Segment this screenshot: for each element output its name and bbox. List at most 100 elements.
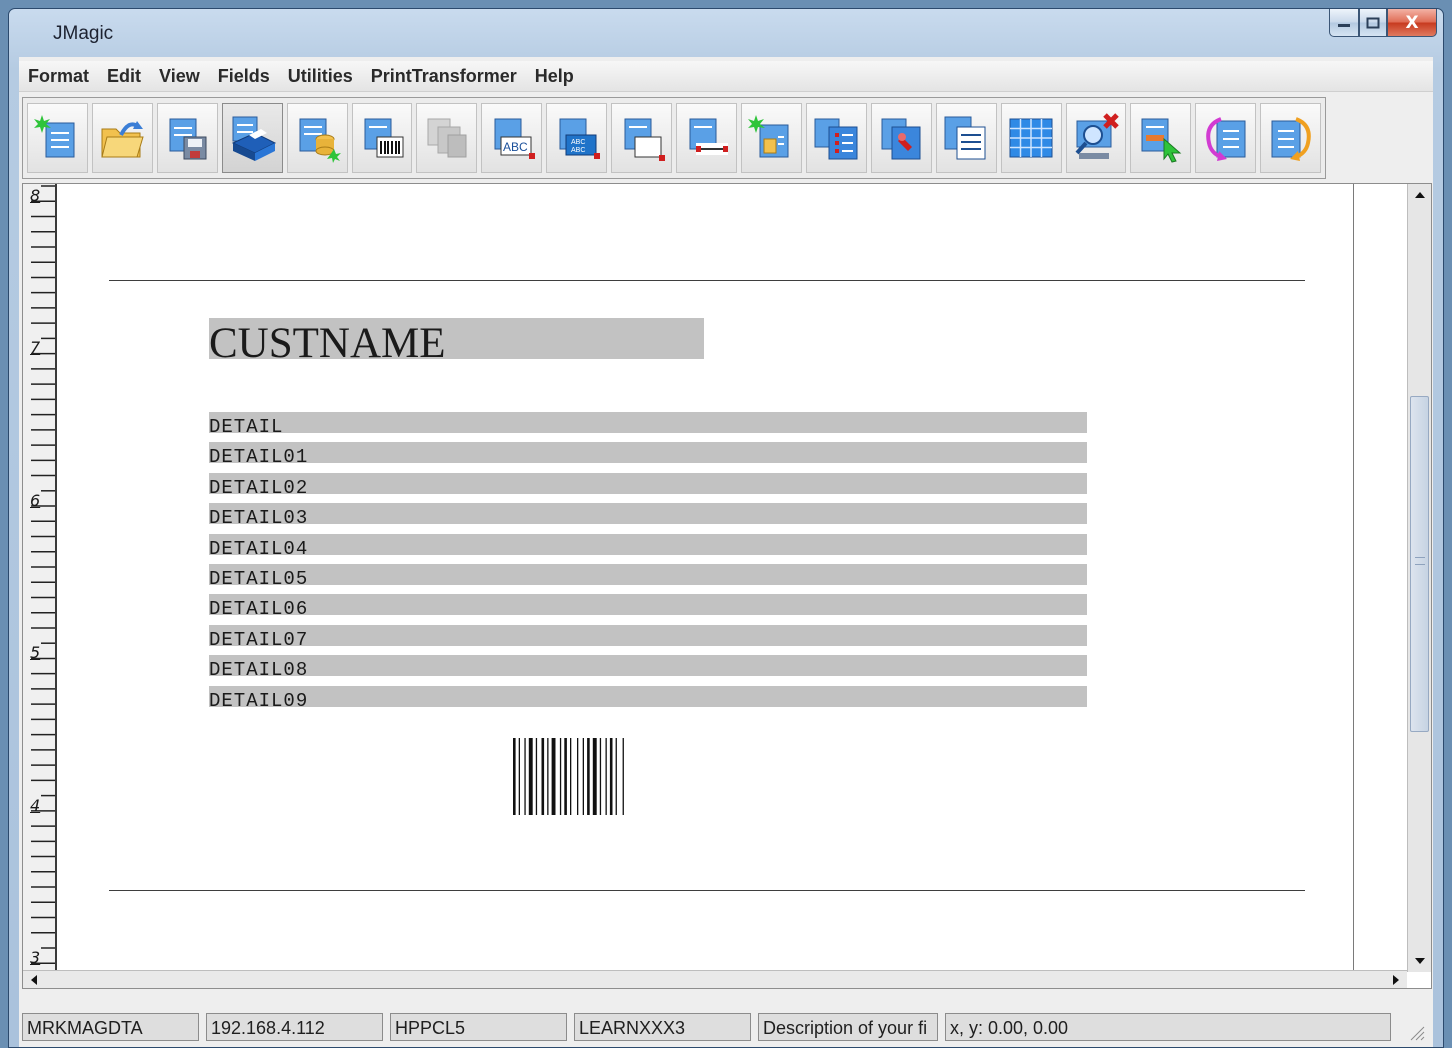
scroll-left-icon <box>31 974 37 985</box>
detail-field[interactable]: DETAIL07 <box>209 624 1087 651</box>
scroll-right-button[interactable] <box>1387 971 1405 988</box>
bottom-margin-line[interactable] <box>109 890 1305 891</box>
detail-field-list: DETAIL DETAIL01 DETAIL02 DETAIL03 DETAIL… <box>209 412 1087 716</box>
svg-text:ABC: ABC <box>571 139 585 146</box>
list-icon <box>814 118 858 160</box>
multi-text-field-button[interactable]: ABC ABC <box>546 103 608 173</box>
maximize-icon <box>1366 17 1380 28</box>
menu-help[interactable]: Help <box>526 66 583 87</box>
barcode-field[interactable] <box>513 738 625 815</box>
detail-field[interactable]: DETAIL03 <box>209 503 1087 529</box>
delete-preview-icon <box>1075 113 1119 159</box>
close-icon: X <box>1405 12 1419 33</box>
scroll-up-button[interactable] <box>1410 184 1429 206</box>
detail-field[interactable]: DETAIL <box>209 412 1087 438</box>
multi-text-field-icon: ABC ABC <box>559 118 600 159</box>
new-image-button[interactable] <box>740 103 802 173</box>
print-button[interactable] <box>221 103 283 173</box>
scroll-down-button[interactable] <box>1410 950 1429 972</box>
delete-preview-button[interactable] <box>1065 103 1127 173</box>
top-margin-line[interactable] <box>109 280 1305 281</box>
status-coordinates: x, y: 0.00, 0.00 <box>945 1013 1391 1041</box>
barcode-field-button[interactable] <box>351 103 413 173</box>
menu-format[interactable]: Format <box>19 66 98 87</box>
maximize-button[interactable] <box>1359 9 1387 37</box>
vertical-ruler: 8 7 6 5 4 3 <box>23 184 57 972</box>
menu-printtransformer[interactable]: PrintTransformer <box>362 66 526 87</box>
scroll-down-icon <box>1414 958 1425 964</box>
custname-field[interactable]: CUSTNAME <box>209 318 704 367</box>
minimize-button[interactable] <box>1329 9 1359 37</box>
detail-field[interactable]: DETAIL05 <box>209 563 1087 590</box>
vertical-scroll-thumb[interactable] <box>1410 396 1429 732</box>
ruler-label-4: 4 <box>30 796 41 815</box>
menu-edit[interactable]: Edit <box>98 66 150 87</box>
status-description: Description of your fi <box>758 1013 938 1041</box>
scroll-left-button[interactable] <box>25 971 43 988</box>
detail-field[interactable]: DETAIL04 <box>209 533 1087 560</box>
vertical-scrollbar[interactable] <box>1407 184 1431 972</box>
text-field-button[interactable]: ABC <box>481 103 543 173</box>
horizontal-scrollbar[interactable] <box>23 970 1407 988</box>
grid-button[interactable] <box>1000 103 1062 173</box>
edit-field-icon <box>881 118 921 160</box>
ruler-label-6: 6 <box>30 491 41 510</box>
menu-utilities[interactable]: Utilities <box>279 66 362 87</box>
status-driver: HPPCL5 <box>390 1013 567 1041</box>
open-format-icon <box>101 121 145 158</box>
ruler-label-3: 3 <box>30 948 41 967</box>
save-format-button[interactable] <box>156 103 218 173</box>
resize-grip-icon[interactable] <box>1409 1025 1425 1041</box>
detail-field[interactable]: DETAIL09 <box>209 685 1087 712</box>
import-button[interactable] <box>1195 103 1257 173</box>
detail-field[interactable]: DETAIL02 <box>209 472 1087 499</box>
select-pointer-button[interactable] <box>1130 103 1192 173</box>
new-format-button[interactable] <box>27 103 88 173</box>
scroll-right-icon <box>1393 974 1399 985</box>
detail-field[interactable]: DETAIL06 <box>209 594 1087 620</box>
design-canvas: 8 7 6 5 4 3 CUSTNAME DETAIL DETAIL01 DET… <box>22 183 1432 989</box>
title-bar[interactable]: JMagic X <box>9 9 1443 57</box>
format-page[interactable]: CUSTNAME DETAIL DETAIL01 DETAIL02 DETAIL… <box>57 184 1354 972</box>
form-button[interactable] <box>935 103 997 173</box>
copy-field-button[interactable] <box>416 103 478 173</box>
scroll-up-icon <box>1414 192 1425 198</box>
database-field-button[interactable] <box>286 103 348 173</box>
list-button[interactable] <box>805 103 867 173</box>
line-icon <box>689 118 728 155</box>
copy-field-icon <box>427 118 467 158</box>
database-field-icon <box>299 118 342 163</box>
toolbar: ABC ABC ABC <box>22 97 1326 179</box>
print-icon <box>231 116 277 161</box>
edit-field-button[interactable] <box>870 103 932 173</box>
svg-text:ABC: ABC <box>503 140 528 154</box>
svg-text:ABC: ABC <box>571 147 585 154</box>
new-format-icon <box>34 115 75 158</box>
detail-field[interactable]: DETAIL08 <box>209 655 1087 681</box>
ruler-ticks <box>31 185 55 964</box>
ruler-label-5: 5 <box>30 643 41 662</box>
ruler-label-7: 7 <box>30 338 41 357</box>
menu-view[interactable]: View <box>150 66 209 87</box>
detail-field[interactable]: DETAIL01 <box>209 442 1087 468</box>
export-button[interactable] <box>1260 103 1322 173</box>
grid-icon <box>1009 118 1053 158</box>
import-icon <box>1206 117 1246 161</box>
menu-fields[interactable]: Fields <box>209 66 279 87</box>
barcode-field-icon <box>364 118 404 158</box>
save-format-icon <box>169 118 207 160</box>
status-library: MRKMAGDTA <box>22 1013 199 1041</box>
minimize-icon <box>1338 23 1350 27</box>
export-icon <box>1271 117 1311 161</box>
box-button[interactable] <box>611 103 673 173</box>
client-area: Format Edit View Fields Utilities PrintT… <box>19 57 1433 1047</box>
open-format-button[interactable] <box>91 103 153 173</box>
box-icon <box>624 118 665 161</box>
close-button[interactable]: X <box>1387 9 1437 37</box>
line-button[interactable] <box>676 103 737 173</box>
status-host: 192.168.4.112 <box>206 1013 383 1041</box>
menu-bar: Format Edit View Fields Utilities PrintT… <box>19 61 1433 92</box>
form-icon <box>944 116 986 160</box>
new-image-icon <box>748 115 789 158</box>
status-format: LEARNXXX3 <box>574 1013 751 1041</box>
